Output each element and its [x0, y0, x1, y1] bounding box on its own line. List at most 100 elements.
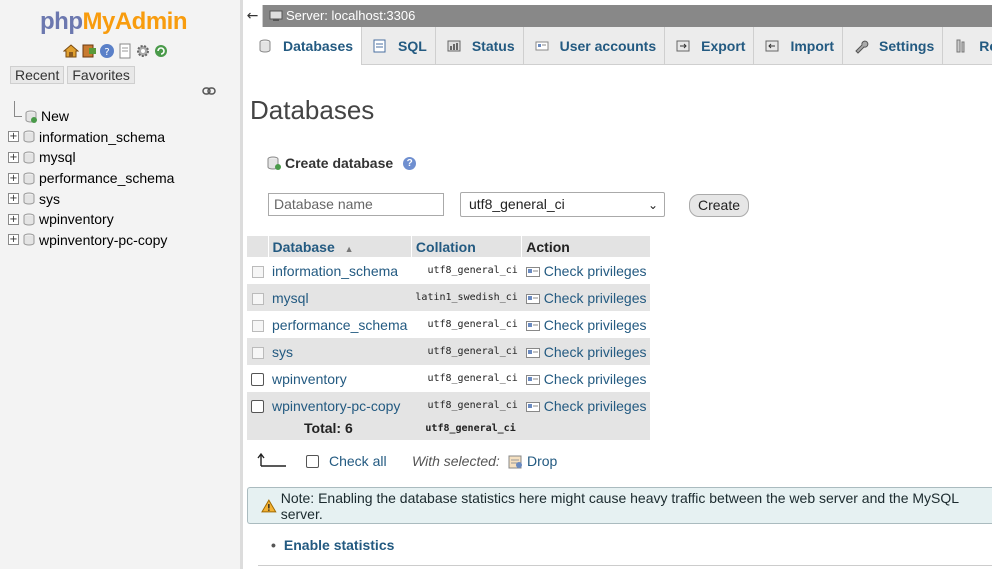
database-name-input[interactable]: Database name	[268, 193, 444, 216]
tab-status[interactable]: Status	[436, 27, 524, 64]
check-all-checkbox[interactable]	[306, 454, 319, 468]
header-collation[interactable]: Collation	[410, 236, 522, 257]
expand-icon[interactable]: +	[8, 193, 19, 205]
nav-icon-bar: ?	[63, 43, 169, 61]
expand-icon[interactable]: +	[8, 213, 19, 225]
expand-icon[interactable]: +	[8, 131, 19, 143]
create-button[interactable]: Create	[689, 194, 750, 217]
privileges-icon	[525, 374, 540, 385]
check-privileges-link[interactable]: Check privileges	[521, 284, 651, 311]
row-checkbox[interactable]	[251, 373, 264, 387]
settings-icon[interactable]	[135, 43, 151, 59]
docs-icon[interactable]	[117, 43, 133, 59]
check-privileges-link[interactable]: Check privileges	[521, 257, 651, 284]
tab-databases[interactable]: Databases	[243, 27, 363, 65]
check-privileges-link[interactable]: Check privileges	[521, 311, 651, 338]
link-icon[interactable]	[202, 86, 216, 96]
wrench-icon	[855, 40, 869, 54]
tree-item-label: wpinventory	[39, 211, 114, 228]
tree-item-new[interactable]: New	[8, 100, 174, 127]
database-name-link[interactable]: information_schema	[268, 257, 412, 284]
database-collation: utf8_general_ci	[411, 392, 522, 419]
database-name-link[interactable]: wpinventory	[268, 365, 412, 392]
collation-select[interactable]: utf8_general_ci ⌄	[460, 192, 665, 217]
logo-my: My	[82, 8, 115, 35]
expand-icon[interactable]: +	[8, 151, 19, 163]
database-collation: utf8_general_ci	[411, 257, 522, 284]
tab-user-accounts[interactable]: User accounts	[524, 27, 666, 64]
tree-item-label: wpinventory-pc-copy	[39, 231, 168, 248]
table-row: wpinventory-pc-copy utf8_general_ci Chec…	[247, 392, 651, 419]
database-collation: utf8_general_ci	[411, 311, 522, 338]
tree-item-wpinventory-pc-copy[interactable]: + wpinventory-pc-copy	[8, 230, 174, 251]
database-icon	[23, 192, 35, 205]
tab-label: Rep	[979, 37, 992, 54]
tree-item-wpinventory[interactable]: + wpinventory	[8, 209, 174, 230]
expand-icon[interactable]: +	[8, 172, 19, 184]
header-database[interactable]: Database ▲	[267, 236, 412, 257]
table-header-row: Database ▲ Collation Action	[247, 236, 651, 257]
bullet: •	[271, 537, 276, 553]
row-select-cell	[247, 338, 268, 365]
tree-item-sys[interactable]: + sys	[8, 188, 174, 209]
tab-import[interactable]: Import	[754, 27, 844, 64]
check-privileges-link[interactable]: Check privileges	[521, 338, 651, 365]
row-checkbox	[251, 346, 264, 359]
sql-icon	[373, 39, 386, 52]
tab-label: Status	[471, 37, 515, 54]
tab-sql[interactable]: SQL	[362, 27, 436, 64]
check-all-control[interactable]: Check all	[306, 453, 387, 469]
database-icon	[259, 39, 271, 53]
row-select-cell	[247, 365, 268, 392]
tab-label: Import	[790, 37, 835, 54]
total-spacer	[247, 419, 268, 437]
tree-item-performance-schema[interactable]: + performance_schema	[8, 168, 174, 189]
footer-cell	[247, 437, 651, 440]
logout-icon[interactable]	[81, 43, 97, 59]
tab-label: User accounts	[559, 37, 657, 54]
database-name-link[interactable]: mysql	[268, 284, 412, 311]
drop-button[interactable]: Drop	[508, 453, 557, 469]
row-checkbox[interactable]	[251, 400, 264, 414]
database-collation: utf8_general_ci	[411, 338, 522, 365]
tab-settings[interactable]: Settings	[843, 27, 944, 64]
database-collation: utf8_general_ci	[411, 365, 522, 392]
database-tree: New + information_schema + mysql + perfo…	[8, 100, 174, 251]
tab-label: SQL	[398, 37, 427, 54]
home-icon[interactable]	[63, 43, 79, 59]
header-action-label: Action	[526, 238, 570, 255]
tab-replication[interactable]: Rep	[943, 27, 992, 64]
tree-item-mysql[interactable]: + mysql	[8, 147, 174, 168]
check-all-label: Check all	[329, 453, 387, 469]
header-database-label: Database	[272, 238, 335, 255]
help-icon[interactable]: ?	[403, 156, 417, 170]
tab-label: Settings	[879, 37, 935, 54]
database-name-link[interactable]: performance_schema	[268, 311, 412, 338]
database-name-link[interactable]: wpinventory-pc-copy	[268, 392, 412, 419]
check-privileges-label: Check privileges	[543, 289, 647, 306]
check-privileges-link[interactable]: Check privileges	[521, 392, 651, 419]
logo-admin: Admin	[114, 8, 188, 35]
tab-recent[interactable]: Recent	[10, 66, 65, 84]
row-checkbox	[251, 265, 264, 278]
enable-statistics-link[interactable]: Enable statistics	[284, 537, 395, 553]
privileges-icon	[525, 401, 540, 412]
nav-tabs: Recent Favorites	[10, 66, 135, 84]
logo-php: php	[40, 8, 83, 35]
tree-item-information-schema[interactable]: + information_schema	[8, 127, 174, 148]
phpmyadmin-logo[interactable]: phpMyAdmin	[40, 8, 188, 36]
help-icon[interactable]: ?	[99, 43, 115, 59]
tab-favorites[interactable]: Favorites	[67, 66, 135, 84]
server-breadcrumb[interactable]: Server: localhost:3306	[269, 5, 415, 27]
tab-export[interactable]: Export	[665, 27, 755, 64]
tab-label: Databases	[283, 38, 354, 54]
collapse-nav-button[interactable]: ←	[243, 5, 263, 27]
notice-text: Note: Enabling the database statistics h…	[280, 489, 959, 522]
header-collation-label: Collation	[415, 238, 476, 255]
reload-icon[interactable]	[153, 43, 169, 59]
drop-icon	[508, 455, 522, 468]
check-privileges-link[interactable]: Check privileges	[521, 365, 651, 392]
expand-icon[interactable]: +	[8, 234, 19, 246]
database-name-link[interactable]: sys	[268, 338, 412, 365]
nav-resizer[interactable]	[240, 0, 243, 569]
